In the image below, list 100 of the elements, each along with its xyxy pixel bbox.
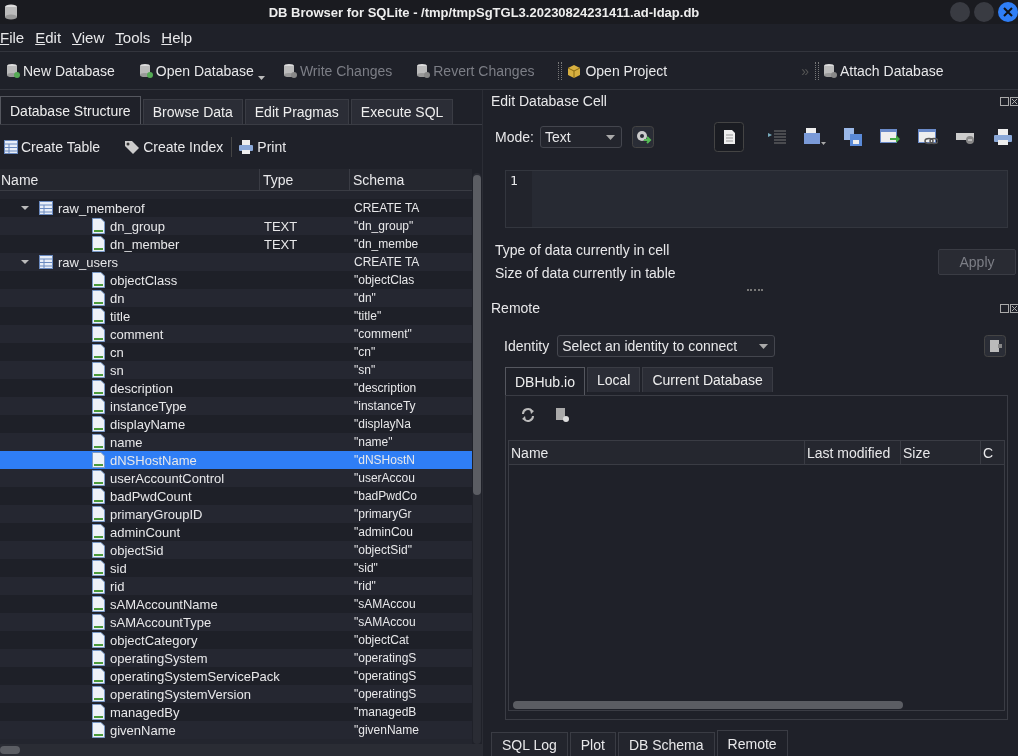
tree-row[interactable]: operatingSystemServicePack "operatingS	[0, 667, 472, 685]
expand-arrow-icon[interactable]	[20, 257, 30, 267]
gear-icon[interactable]	[631, 126, 654, 148]
tab[interactable]: Local	[586, 367, 641, 392]
menu-item[interactable]: Tools	[115, 29, 159, 46]
menu-item[interactable]: File	[0, 29, 33, 46]
clear-icon[interactable]	[956, 130, 976, 144]
export-icon[interactable]	[880, 129, 900, 145]
close-button[interactable]	[998, 2, 1018, 22]
info-text: Size of data currently in table	[495, 265, 676, 281]
splitter-handle[interactable]	[746, 289, 763, 293]
schema-text: "sn"	[354, 363, 376, 377]
tree-row[interactable]: managedBy "managedB	[0, 703, 472, 721]
toolbar-button[interactable]: Create Table	[4, 139, 101, 155]
identity-dropdown[interactable]: Select an identity to connect	[557, 335, 776, 357]
toolbar-button[interactable]: New Database	[6, 62, 115, 79]
tree-row[interactable]: description "description	[0, 379, 472, 397]
tree-row[interactable]: dn_member TEXT "dn_membe	[0, 235, 472, 253]
item-name: title	[110, 308, 131, 324]
database-icon	[6, 62, 20, 79]
menu-item[interactable]: Edit	[35, 29, 70, 46]
float-icon[interactable]	[1000, 303, 1018, 313]
printer-icon	[238, 140, 255, 154]
database-icon[interactable]	[984, 335, 1006, 357]
column-header[interactable]: Size	[901, 441, 981, 464]
item-name: name	[110, 434, 143, 450]
schema-text: "title"	[354, 309, 382, 323]
tab[interactable]: Edit Pragmas	[244, 99, 349, 124]
toolbar-button[interactable]: Open Database	[138, 62, 254, 79]
tab[interactable]: DBHub.io	[505, 367, 585, 395]
tab[interactable]: Browse Data	[142, 99, 243, 124]
column-header[interactable]: Schema	[350, 169, 472, 190]
cell-editor[interactable]: 1	[505, 170, 1008, 228]
toolbar-button[interactable]: Open Project	[566, 62, 668, 79]
expand-arrow-icon[interactable]	[20, 203, 30, 213]
printer-icon[interactable]	[994, 129, 1012, 145]
item-name: dn	[110, 290, 125, 306]
field-icon	[92, 272, 105, 288]
column-header[interactable]: Name	[0, 169, 260, 190]
tree-row[interactable]: raw_memberof CREATE TA	[0, 199, 472, 217]
menu-item[interactable]: View	[72, 29, 113, 46]
float-icon[interactable]	[1000, 96, 1018, 106]
scrollbar[interactable]	[473, 173, 481, 744]
link-icon[interactable]	[918, 129, 938, 145]
schema-text: "comment"	[354, 327, 412, 341]
import-icon[interactable]	[804, 128, 826, 146]
tab[interactable]: Current Database	[642, 367, 773, 392]
column-header[interactable]: Last modified	[805, 441, 901, 464]
field-icon	[92, 632, 105, 648]
schema-text: "operatingS	[354, 687, 417, 701]
database-icon	[4, 4, 18, 20]
field-icon	[92, 326, 105, 342]
tree-row[interactable]: sid "sid"	[0, 559, 472, 577]
schema-text: "sid"	[354, 561, 378, 575]
tab[interactable]: Execute SQL	[350, 99, 454, 124]
toolbar-button[interactable]: Attach Database	[822, 62, 944, 79]
tree-row[interactable]: adminCount "adminCou	[0, 523, 472, 541]
field-icon	[92, 416, 105, 432]
column-header[interactable]: Name	[509, 441, 805, 464]
item-name: sAMAccountName	[110, 596, 218, 612]
scrollbar[interactable]	[0, 744, 482, 756]
tab[interactable]: Plot	[569, 732, 616, 756]
column-header[interactable]: C	[981, 441, 993, 464]
tree-row[interactable]: badPwdCount "badPwdCo	[0, 487, 472, 505]
mode-label: Mode:	[495, 129, 534, 145]
tab[interactable]: Remote	[716, 730, 788, 756]
tab[interactable]: DB Schema	[617, 732, 715, 756]
field-icon	[92, 578, 105, 594]
schema-text: "dn_membe	[354, 237, 419, 251]
database-icon[interactable]	[554, 407, 570, 423]
tree-row[interactable]: title "title"	[0, 307, 472, 325]
schema-text: "description	[354, 381, 417, 395]
tree-row[interactable]: displayName "displayNa	[0, 415, 472, 433]
field-icon	[92, 488, 105, 504]
item-name: dn_group	[110, 218, 165, 234]
menu-item[interactable]: Help	[161, 29, 201, 46]
toolbar-button[interactable]: Print	[238, 139, 287, 155]
item-name: raw_users	[58, 254, 118, 270]
tree-row[interactable]: cn "cn"	[0, 343, 472, 361]
database-icon	[138, 62, 153, 79]
mode-dropdown[interactable]: Text	[539, 126, 622, 148]
refresh-icon[interactable]	[520, 407, 536, 423]
field-icon	[92, 668, 105, 684]
item-name: dNSHostName	[110, 452, 197, 468]
tree-row[interactable]: objectCategory "objectCat	[0, 631, 472, 649]
tab[interactable]: SQL Log	[491, 732, 568, 756]
dropdown-caret-icon[interactable]	[257, 75, 265, 80]
field-icon	[92, 704, 105, 720]
indent-icon[interactable]	[768, 130, 786, 144]
field-icon	[92, 308, 105, 324]
item-name: cn	[110, 344, 124, 360]
type-text: TEXT	[264, 218, 298, 234]
tree-row[interactable]: objectClass "objectClas	[0, 271, 472, 289]
column-header[interactable]: Type	[260, 169, 350, 190]
tree-row[interactable]: sAMAccountName "sAMAccou	[0, 595, 472, 613]
document-icon[interactable]	[714, 122, 744, 152]
save-icon[interactable]	[844, 128, 862, 146]
item-name: description	[110, 380, 173, 396]
toolbar-button[interactable]: Create Index	[124, 139, 224, 155]
tab[interactable]: Database Structure	[0, 96, 141, 124]
